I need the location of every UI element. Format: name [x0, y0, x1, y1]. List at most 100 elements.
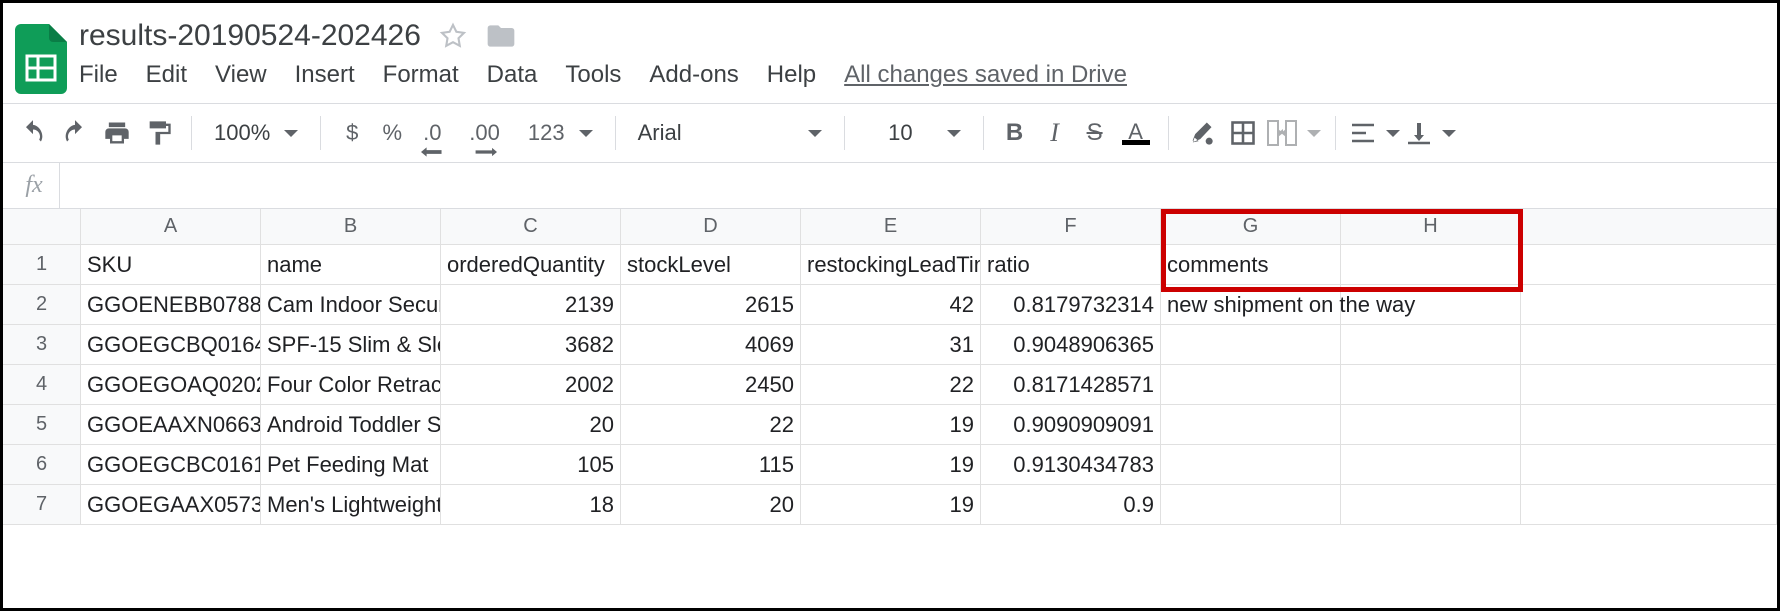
cell[interactable] — [1161, 325, 1341, 365]
col-header-g[interactable]: G — [1161, 209, 1341, 245]
col-header-f[interactable]: F — [981, 209, 1161, 245]
merge-cells-dropdown[interactable] — [1267, 120, 1321, 146]
col-header-h[interactable]: H — [1341, 209, 1521, 245]
col-header-extra[interactable] — [1521, 209, 1777, 245]
cell[interactable] — [1341, 365, 1521, 405]
menu-view[interactable]: View — [215, 61, 267, 89]
cell[interactable] — [1341, 485, 1521, 525]
font-size-dropdown[interactable]: 10 — [859, 120, 969, 146]
cell[interactable]: 0.8179732314 — [981, 285, 1161, 325]
print-button[interactable] — [99, 115, 135, 151]
cell[interactable]: ratio — [981, 245, 1161, 285]
paint-format-button[interactable] — [141, 115, 177, 151]
cell[interactable]: 19 — [801, 405, 981, 445]
col-header-e[interactable]: E — [801, 209, 981, 245]
col-header-b[interactable]: B — [261, 209, 441, 245]
row-header[interactable]: 4 — [3, 365, 81, 405]
cell[interactable]: 3682 — [441, 325, 621, 365]
increase-decimal-button[interactable]: .00 — [465, 115, 504, 151]
vertical-align-dropdown[interactable] — [1406, 121, 1456, 145]
cell[interactable]: new shipment on the way — [1161, 285, 1341, 325]
zoom-dropdown[interactable]: 100% — [206, 120, 306, 146]
cell[interactable]: stockLevel — [621, 245, 801, 285]
cell[interactable]: 2002 — [441, 365, 621, 405]
col-header-d[interactable]: D — [621, 209, 801, 245]
cell[interactable] — [1161, 365, 1341, 405]
cell[interactable]: 2450 — [621, 365, 801, 405]
font-family-dropdown[interactable]: Arial — [630, 120, 830, 146]
bold-button[interactable]: B — [998, 115, 1032, 151]
cell[interactable]: 19 — [801, 445, 981, 485]
cell[interactable] — [1521, 245, 1777, 285]
cell[interactable]: 0.9 — [981, 485, 1161, 525]
col-header-c[interactable]: C — [441, 209, 621, 245]
row-header[interactable]: 3 — [3, 325, 81, 365]
cell[interactable]: Android Toddler Short — [261, 405, 441, 445]
cell[interactable] — [1521, 485, 1777, 525]
menu-file[interactable]: File — [79, 61, 118, 89]
spreadsheet-grid[interactable]: A B C D E F G H 1 SKU name orderedQuanti… — [3, 209, 1777, 525]
row-header[interactable]: 1 — [3, 245, 81, 285]
cell[interactable]: 22 — [801, 365, 981, 405]
borders-button[interactable] — [1225, 115, 1261, 151]
cell[interactable] — [1521, 405, 1777, 445]
cell[interactable]: 19 — [801, 485, 981, 525]
formula-input[interactable] — [60, 163, 1771, 208]
redo-button[interactable] — [57, 115, 93, 151]
cell[interactable]: 115 — [621, 445, 801, 485]
col-header-a[interactable]: A — [81, 209, 261, 245]
cell[interactable]: 0.9130434783 — [981, 445, 1161, 485]
format-percent-button[interactable]: % — [375, 115, 409, 151]
more-formats-dropdown[interactable]: 123 — [520, 120, 601, 146]
cell[interactable] — [1161, 485, 1341, 525]
cell[interactable]: SPF-15 Slim & Slender — [261, 325, 441, 365]
row-header[interactable]: 6 — [3, 445, 81, 485]
cell[interactable]: name — [261, 245, 441, 285]
cell[interactable]: GGOEGOAQ020299 — [81, 365, 261, 405]
cell[interactable]: 22 — [621, 405, 801, 445]
cell[interactable]: 18 — [441, 485, 621, 525]
fill-color-button[interactable] — [1183, 115, 1219, 151]
menu-tools[interactable]: Tools — [565, 61, 621, 89]
cell[interactable]: GGOENEBB078899 — [81, 285, 261, 325]
cell[interactable]: Cam Indoor Security — [261, 285, 441, 325]
menu-addons[interactable]: Add-ons — [649, 61, 738, 89]
cell[interactable] — [1161, 405, 1341, 445]
star-icon[interactable] — [439, 22, 467, 50]
menu-insert[interactable]: Insert — [295, 61, 355, 89]
cell[interactable]: 0.9048906365 — [981, 325, 1161, 365]
cell[interactable]: GGOEGCBC016199 — [81, 445, 261, 485]
cell[interactable] — [1521, 325, 1777, 365]
cell[interactable]: 20 — [441, 405, 621, 445]
row-header[interactable]: 7 — [3, 485, 81, 525]
cell[interactable]: orderedQuantity — [441, 245, 621, 285]
cell[interactable] — [1521, 445, 1777, 485]
cell[interactable]: 4069 — [621, 325, 801, 365]
cell[interactable] — [1341, 405, 1521, 445]
cell[interactable] — [1521, 285, 1777, 325]
cell[interactable] — [1341, 445, 1521, 485]
cell[interactable] — [1521, 365, 1777, 405]
cell[interactable]: 0.8171428571 — [981, 365, 1161, 405]
undo-button[interactable] — [15, 115, 51, 151]
cell[interactable]: 2139 — [441, 285, 621, 325]
horizontal-align-dropdown[interactable] — [1350, 122, 1400, 144]
cell[interactable]: restockingLeadTime — [801, 245, 981, 285]
cell[interactable]: SKU — [81, 245, 261, 285]
cell[interactable]: 20 — [621, 485, 801, 525]
cell[interactable] — [1341, 325, 1521, 365]
doc-title[interactable]: results-20190524-202426 — [79, 19, 421, 53]
menu-edit[interactable]: Edit — [146, 61, 187, 89]
cell[interactable]: Four Color Retractable — [261, 365, 441, 405]
cell[interactable] — [1341, 245, 1521, 285]
cell[interactable]: 42 — [801, 285, 981, 325]
cell[interactable]: GGOEAAXN066328 — [81, 405, 261, 445]
cell[interactable]: Men's Lightweight — [261, 485, 441, 525]
select-all-corner[interactable] — [3, 209, 81, 245]
decrease-decimal-button[interactable]: .0 — [415, 115, 449, 151]
saved-status[interactable]: All changes saved in Drive — [844, 61, 1127, 89]
cell[interactable]: 31 — [801, 325, 981, 365]
cell[interactable]: GGOEGAAX057399 — [81, 485, 261, 525]
sheets-logo-icon[interactable] — [11, 19, 71, 99]
menu-format[interactable]: Format — [383, 61, 459, 89]
